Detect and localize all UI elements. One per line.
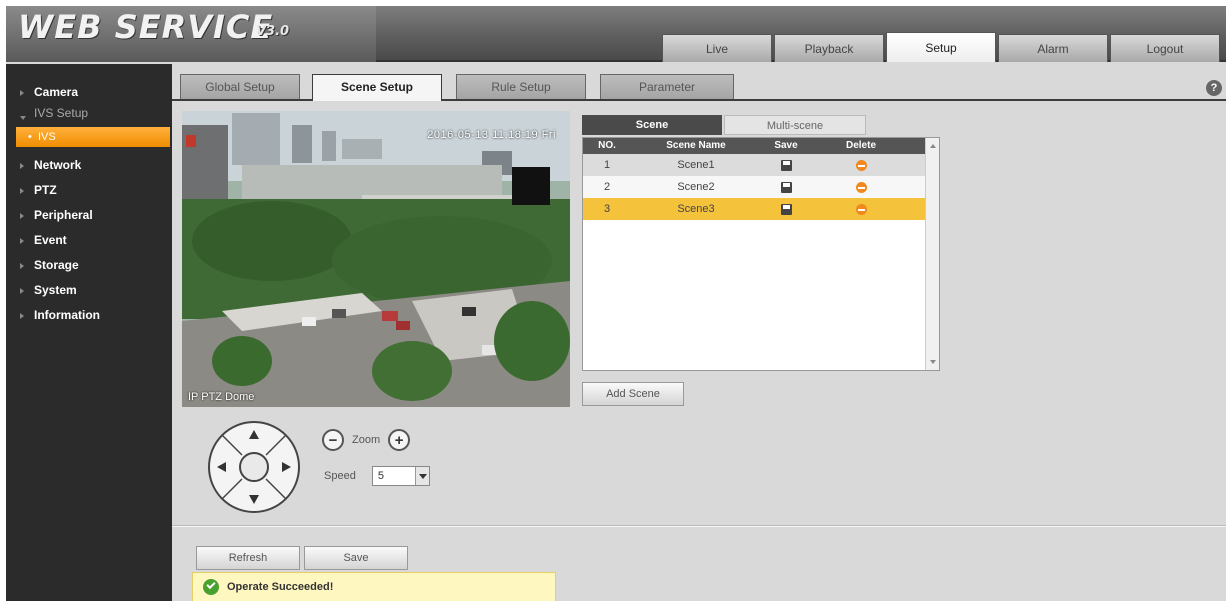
table-scrollbar[interactable] xyxy=(925,138,939,370)
divider xyxy=(172,525,1226,527)
main-content: Global Setup Scene Setup Rule Setup Para… xyxy=(172,64,1226,601)
sidebar-item-peripheral[interactable]: Peripheral xyxy=(6,203,172,228)
cell-scene-name: Scene2 xyxy=(677,181,715,193)
sidebar-item-network[interactable]: Network xyxy=(6,153,172,178)
cell-no: 1 xyxy=(603,159,611,171)
sidebar-item-ivs[interactable]: IVS xyxy=(16,127,170,147)
refresh-button[interactable]: Refresh xyxy=(196,546,300,570)
col-save: Save xyxy=(774,140,798,151)
speed-label: Speed xyxy=(324,470,356,482)
scroll-up-icon[interactable] xyxy=(930,144,936,148)
sidebar-item-system[interactable]: System xyxy=(6,278,172,303)
chevron-down-icon[interactable] xyxy=(414,467,429,485)
video-preview[interactable]: 2016-05-13 11:18:19 Fri IP PTZ Dome xyxy=(182,111,570,407)
tab-logout[interactable]: Logout xyxy=(1110,34,1220,62)
table-row[interactable]: 1 Scene1 xyxy=(583,154,939,176)
header-bar: WEB SERVICE V3.0 Live Playback Setup Ala… xyxy=(6,6,1226,62)
scene-table: NO. Scene Name Save Delete 1 Scene1 2 Sc… xyxy=(582,137,940,371)
col-delete: Delete xyxy=(845,140,876,151)
col-scene-name: Scene Name xyxy=(666,140,726,151)
scene-tab-bar: Scene Multi-scene xyxy=(582,115,866,135)
top-nav: Live Playback Setup Alarm Logout xyxy=(662,32,1220,62)
sidebar-item-information[interactable]: Information xyxy=(6,303,172,328)
speed-select[interactable]: 5 xyxy=(371,466,430,486)
cell-no: 3 xyxy=(603,203,611,215)
osd-channel-title: IP PTZ Dome xyxy=(188,391,255,403)
delete-icon[interactable] xyxy=(855,203,867,215)
tab-rule-setup[interactable]: Rule Setup xyxy=(456,74,586,99)
help-icon[interactable]: ? xyxy=(1206,80,1222,96)
table-row[interactable]: 2 Scene2 xyxy=(583,176,939,198)
status-message: Operate Succeeded! xyxy=(227,581,334,593)
sidebar-item-event[interactable]: Event xyxy=(6,228,172,253)
zoom-controls: − Zoom + xyxy=(322,428,411,452)
logo-version: V3.0 xyxy=(256,24,290,39)
table-row-selected[interactable]: 3 Scene3 xyxy=(583,198,939,220)
save-icon[interactable] xyxy=(780,181,792,193)
speed-value: 5 xyxy=(377,470,384,482)
logo: WEB SERVICE V3.0 xyxy=(6,6,376,62)
scroll-down-icon[interactable] xyxy=(930,360,936,364)
zoom-out-button[interactable]: − xyxy=(322,429,344,451)
logo-text: WEB SERVICE xyxy=(18,8,274,46)
sidebar-item-storage[interactable]: Storage xyxy=(6,253,172,278)
cell-no: 2 xyxy=(603,181,611,193)
cell-scene-name: Scene3 xyxy=(677,203,715,215)
save-button[interactable]: Save xyxy=(304,546,408,570)
table-header: NO. Scene Name Save Delete xyxy=(583,138,939,154)
camera-scene-image xyxy=(182,111,570,407)
app-frame: WEB SERVICE V3.0 Live Playback Setup Ala… xyxy=(6,6,1226,601)
tab-scene[interactable]: Scene xyxy=(582,115,722,135)
delete-icon[interactable] xyxy=(855,159,867,171)
privacy-mask xyxy=(512,167,550,205)
tab-live[interactable]: Live xyxy=(662,34,772,62)
tab-global-setup[interactable]: Global Setup xyxy=(180,74,300,99)
zoom-label: Zoom xyxy=(352,434,381,446)
success-check-icon xyxy=(203,579,219,595)
col-no: NO. xyxy=(598,140,616,151)
status-message-bar: Operate Succeeded! xyxy=(192,572,556,601)
tab-alarm[interactable]: Alarm xyxy=(998,34,1108,62)
tab-setup[interactable]: Setup xyxy=(886,32,996,62)
subtab-bar: Global Setup Scene Setup Rule Setup Para… xyxy=(172,74,1226,101)
tab-scene-setup[interactable]: Scene Setup xyxy=(312,74,442,101)
sidebar: Camera IVS Setup IVS Network PTZ Periphe… xyxy=(6,64,172,601)
sidebar-item-camera[interactable]: Camera xyxy=(6,80,172,105)
save-icon[interactable] xyxy=(780,159,792,171)
sidebar-item-ptz[interactable]: PTZ xyxy=(6,178,172,203)
delete-icon[interactable] xyxy=(855,181,867,193)
tab-parameter[interactable]: Parameter xyxy=(600,74,734,99)
osd-timestamp: 2016-05-13 11:18:19 Fri xyxy=(427,129,556,141)
tab-multi-scene[interactable]: Multi-scene xyxy=(724,115,866,135)
save-icon[interactable] xyxy=(780,203,792,215)
tab-playback[interactable]: Playback xyxy=(774,34,884,62)
sidebar-item-ivs-setup[interactable]: IVS Setup xyxy=(6,105,172,127)
zoom-in-button[interactable]: + xyxy=(388,429,411,451)
add-scene-button[interactable]: Add Scene xyxy=(582,382,684,406)
speed-controls: Speed 5 xyxy=(324,465,430,487)
ptz-direction-pad[interactable] xyxy=(206,419,302,515)
cell-scene-name: Scene1 xyxy=(677,159,715,171)
